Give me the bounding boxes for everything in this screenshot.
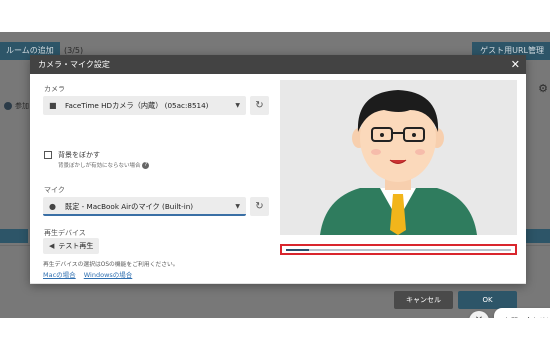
playback-section-label: 再生デバイス — [44, 229, 86, 237]
camera-select-value: FaceTime HDカメラ（内蔵） (05ac:8514) — [65, 101, 209, 110]
camera-select[interactable]: ■ FaceTime HDカメラ（内蔵） (05ac:8514) ▼ — [43, 96, 246, 115]
mic-section-label: マイク — [44, 186, 65, 194]
refresh-icon: ↻ — [255, 100, 264, 111]
app-background: ルームの追加 (3/5) ゲスト用URL管理 参加 ⚙ カメラ・マイク設定 ✕ … — [0, 32, 550, 318]
test-playback-label: テスト再生 — [58, 242, 94, 250]
camera-mic-settings-dialog: カメラ・マイク設定 ✕ カメラ ■ FaceTime HDカメラ（内蔵） (05… — [30, 55, 526, 309]
camera-refresh-button[interactable]: ↻ — [250, 96, 269, 115]
bottom-margin — [0, 318, 550, 350]
speaker-icon: ◀ — [49, 242, 55, 250]
chevron-down-icon: ▼ — [235, 203, 240, 210]
test-playback-button[interactable]: ◀ テスト再生 — [43, 238, 100, 254]
ok-button[interactable]: OK — [458, 291, 517, 309]
blur-hint-text: 背景ぼかしが有効にならない場合 — [58, 163, 141, 169]
mic-refresh-button[interactable]: ↻ — [250, 197, 269, 216]
camera-preview — [280, 80, 517, 235]
microphone-icon: ● — [49, 202, 56, 211]
contact-chat-bubble[interactable]: お問い合わせに — [494, 308, 550, 318]
blur-background-label: 背景をぼかす — [58, 151, 100, 159]
user-icon — [4, 102, 12, 110]
gear-icon[interactable]: ⚙ — [538, 82, 548, 95]
help-icon[interactable]: ? — [142, 162, 150, 169]
background-bar-left — [0, 229, 28, 243]
mic-select-value: 既定 - MacBook Airのマイク (Built-in) — [65, 202, 194, 211]
blur-background-checkbox[interactable] — [44, 151, 52, 159]
os-help-links: Macの場合 Windowsの場合 — [43, 269, 138, 279]
person-avatar-illustration — [280, 80, 517, 235]
refresh-icon: ↻ — [255, 201, 264, 212]
camera-section-label: カメラ — [44, 85, 65, 93]
dialog-header: カメラ・マイク設定 ✕ — [30, 55, 526, 74]
mac-help-link[interactable]: Macの場合 — [43, 271, 76, 279]
blur-hint: 背景ぼかしが有効にならない場合 ? — [58, 161, 150, 169]
screen: ルームの追加 (3/5) ゲスト用URL管理 参加 ⚙ カメラ・マイク設定 ✕ … — [0, 0, 550, 350]
windows-help-link[interactable]: Windowsの場合 — [84, 271, 133, 279]
close-icon[interactable]: ✕ — [511, 55, 520, 74]
playback-note: 再生デバイスの選択はOSの機能をご利用ください。 — [43, 262, 179, 268]
mic-level-track — [286, 249, 511, 251]
mic-select[interactable]: ● 既定 - MacBook Airのマイク (Built-in) ▼ — [43, 197, 246, 216]
chevron-down-icon: ▼ — [235, 102, 240, 109]
dialog-title: カメラ・マイク設定 — [38, 60, 110, 69]
mic-level-fill — [286, 249, 309, 251]
top-margin — [0, 0, 550, 32]
chat-close-icon[interactable]: ✕ — [469, 311, 489, 318]
video-camera-icon: ■ — [49, 101, 57, 110]
participant-row: 参加 — [4, 101, 29, 111]
mic-level-meter — [280, 244, 517, 255]
cancel-button[interactable]: キャンセル — [394, 291, 453, 309]
participant-label: 参加 — [15, 102, 29, 110]
footer-divider — [30, 283, 526, 284]
